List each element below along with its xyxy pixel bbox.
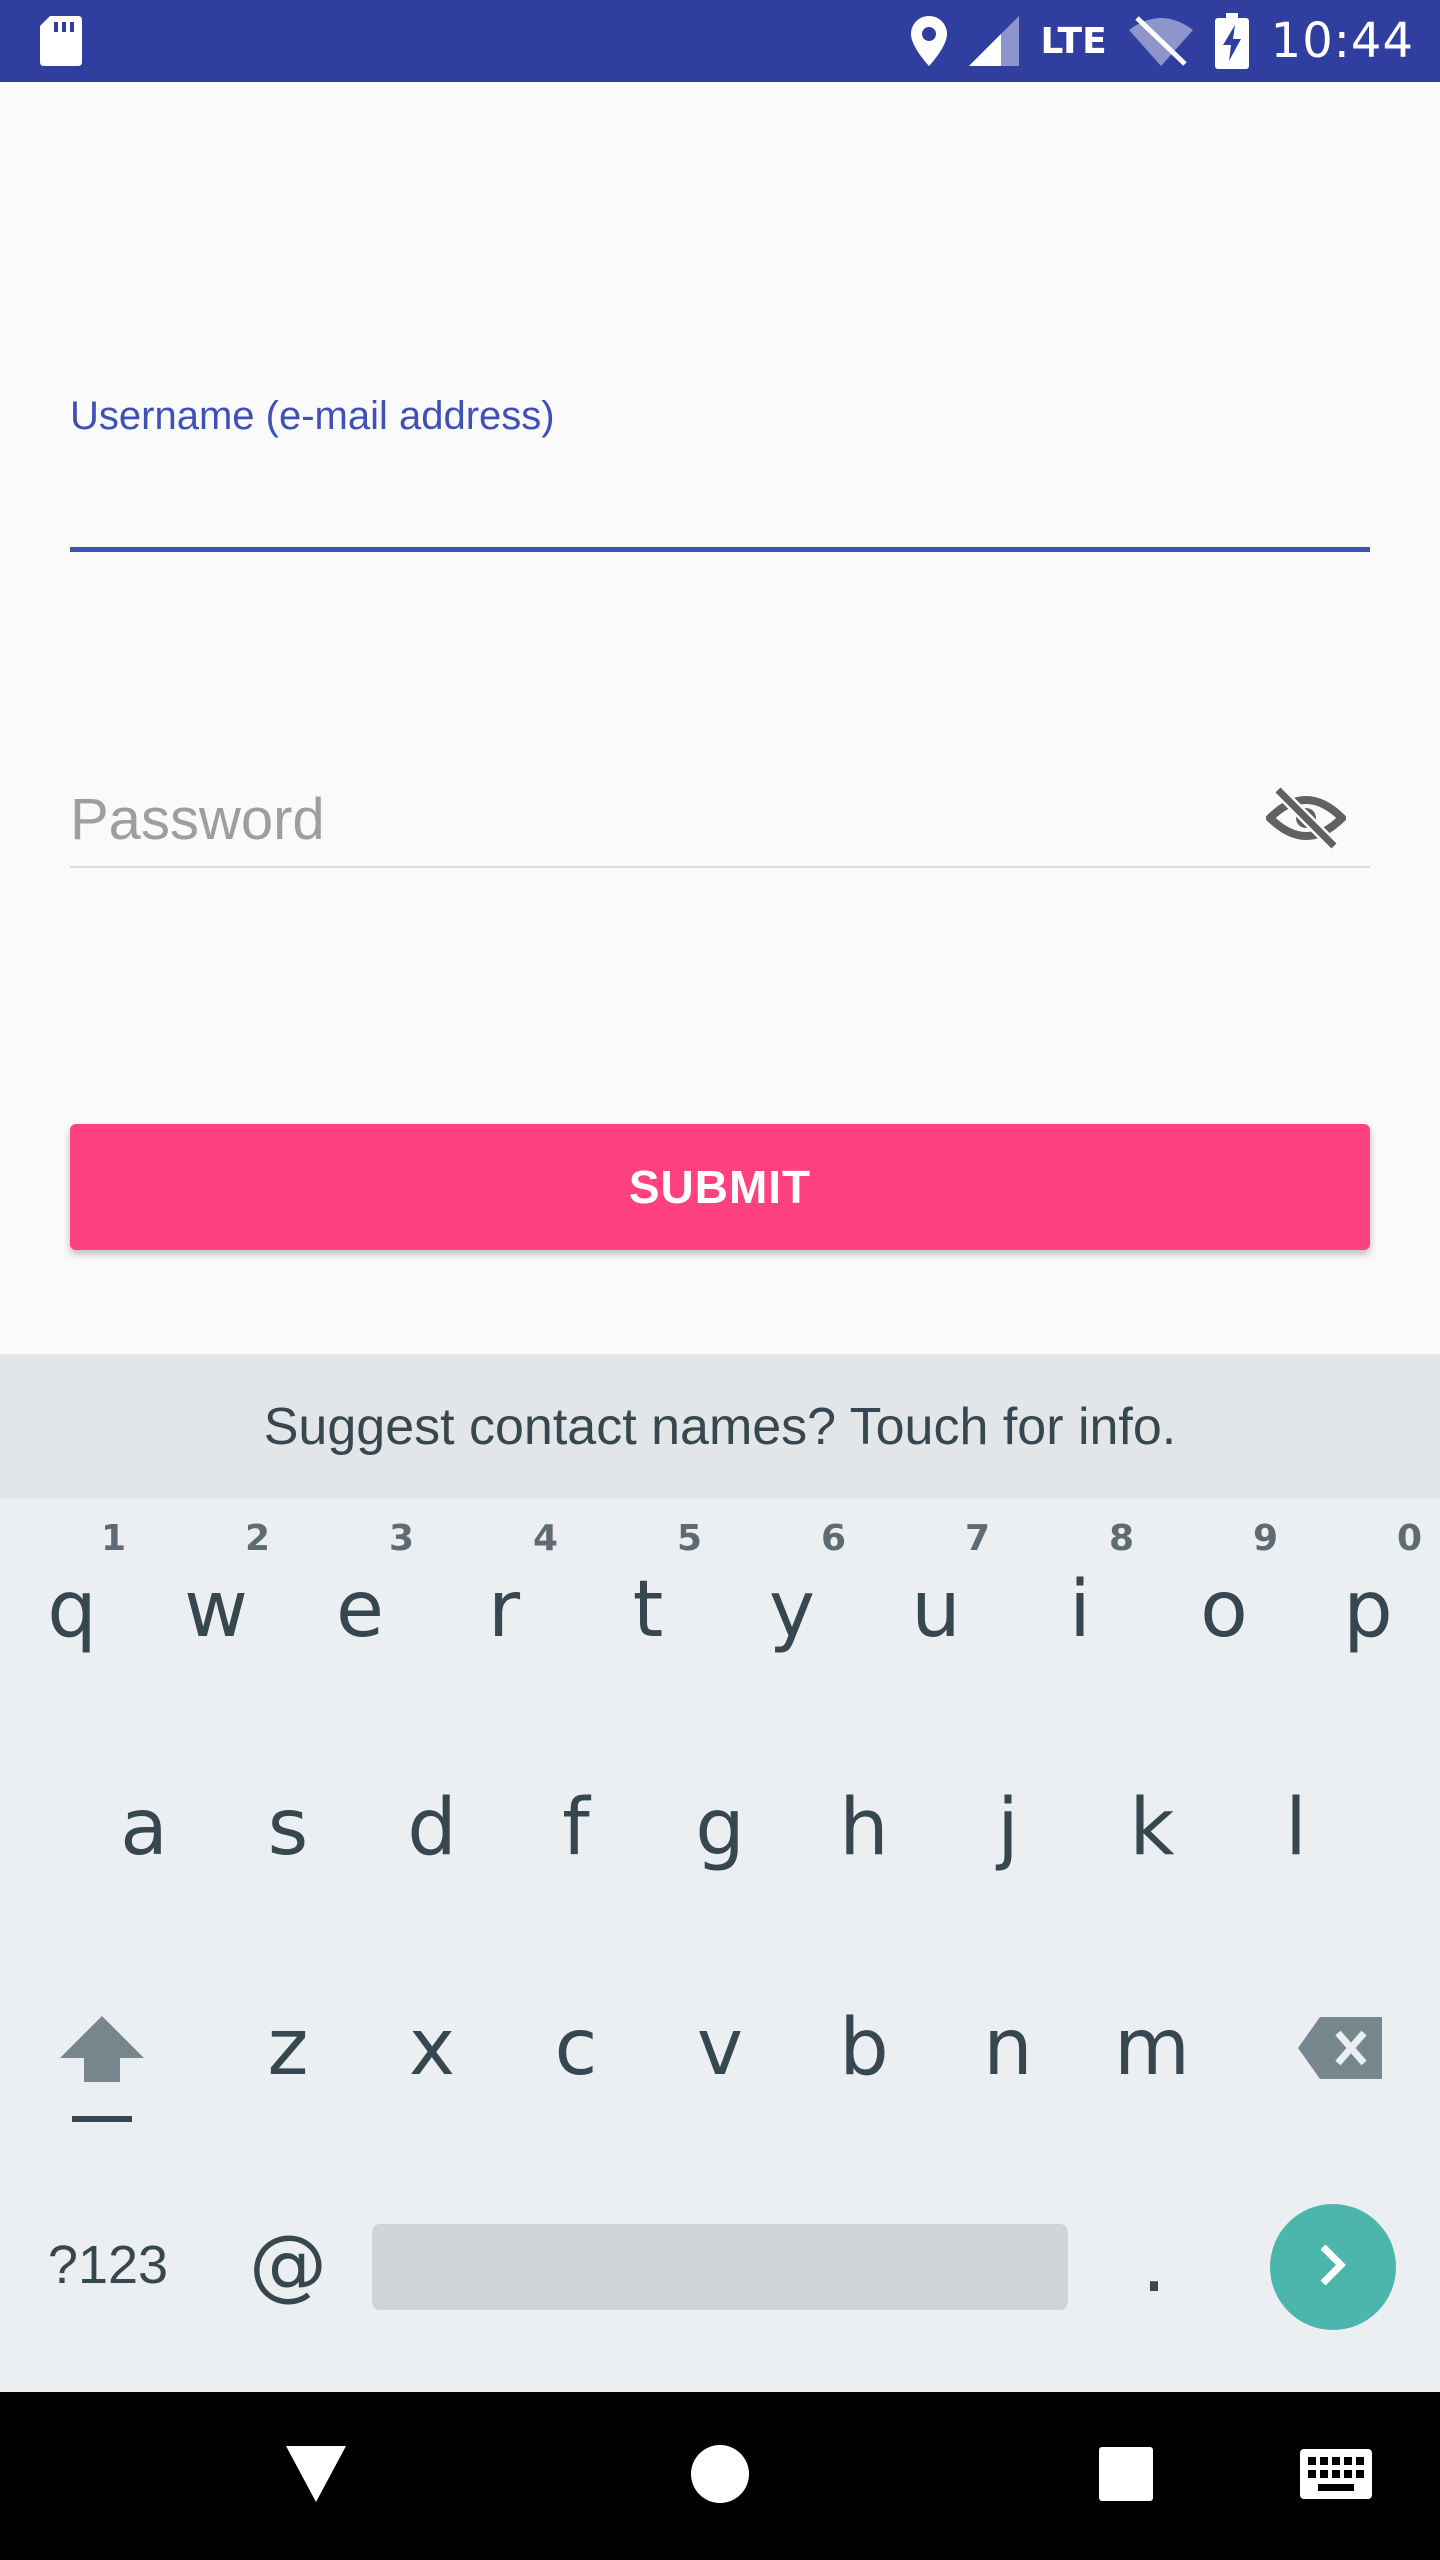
key-q-label: q [47,1565,97,1655]
key-k-label: k [1129,1783,1175,1873]
next-key[interactable] [1270,2204,1396,2330]
key-x[interactable]: x [360,1950,504,2146]
key-y-label: y [768,1565,816,1655]
key-s[interactable]: s [216,1730,360,1926]
key-q-number-hint: 1 [100,1518,126,1559]
username-input[interactable] [70,432,1370,552]
key-r-number-hint: 4 [532,1518,558,1559]
key-g[interactable]: g [648,1730,792,1926]
at-key[interactable]: @ [216,2200,360,2330]
key-i[interactable]: i8 [1008,1512,1152,1708]
period-key-label: . [1141,2220,1167,2310]
key-o-label: o [1200,1565,1248,1655]
key-m[interactable]: m [1080,1950,1224,2146]
key-p-number-hint: 0 [1396,1518,1422,1559]
recents-button[interactable] [1066,2426,1186,2526]
key-t[interactable]: t5 [576,1512,720,1708]
key-c-label: c [554,2003,598,2093]
key-y[interactable]: y6 [720,1512,864,1708]
keyboard-switch-button[interactable] [1276,2426,1396,2526]
key-b-label: b [839,2003,889,2093]
keyboard-switch-icon [1300,2448,1372,2504]
key-f-label: f [562,1783,590,1873]
back-icon [286,2445,346,2507]
key-z[interactable]: z [216,1950,360,2146]
status-bar: LTE 10:44 [0,0,1440,82]
key-m-label: m [1114,2003,1190,2093]
recents-icon [1099,2446,1153,2506]
key-h[interactable]: h [792,1730,936,1926]
network-type: LTE [1040,20,1107,62]
eye-off-icon [1264,785,1348,855]
backspace-icon [1298,2017,1382,2083]
key-k[interactable]: k [1080,1730,1224,1926]
key-t-label: t [632,1565,664,1655]
key-a[interactable]: a [72,1730,216,1926]
back-button[interactable] [256,2426,376,2526]
navigation-bar [0,2392,1440,2560]
key-p-label: p [1343,1565,1393,1655]
login-form: Username (e-mail address) SUBMIT [70,82,1370,1354]
key-n[interactable]: n [936,1950,1080,2146]
key-d[interactable]: d [360,1730,504,1926]
key-i-label: i [1069,1565,1091,1655]
backspace-key[interactable] [1260,1990,1420,2110]
home-icon [691,2444,749,2508]
battery-charging-icon [1214,13,1249,69]
shift-icon [60,2008,144,2132]
key-s-label: s [267,1783,309,1873]
space-key[interactable] [372,2224,1068,2310]
wifi-off-icon [1128,16,1193,66]
key-e-number-hint: 3 [388,1518,414,1559]
key-h-label: h [839,1783,889,1873]
home-button[interactable] [660,2426,780,2526]
symbols-key[interactable]: ?123 [20,2200,196,2330]
key-o[interactable]: o9 [1152,1512,1296,1708]
shift-key[interactable] [20,1990,184,2150]
key-r[interactable]: r4 [432,1512,576,1708]
key-t-number-hint: 5 [676,1518,702,1559]
key-v-label: v [696,2003,744,2093]
key-x-label: x [408,2003,456,2093]
key-e[interactable]: e3 [288,1512,432,1708]
key-o-number-hint: 9 [1252,1518,1278,1559]
period-key[interactable]: . [1092,2200,1216,2330]
signal-icon [968,16,1019,66]
key-w-label: w [184,1565,248,1655]
symbols-key-label: ?123 [47,2235,169,2295]
key-r-label: r [487,1565,521,1655]
password-input[interactable] [70,772,1370,868]
key-j-label: j [997,1783,1019,1873]
key-z-label: z [267,2003,309,2093]
key-f[interactable]: f [504,1730,648,1926]
key-e-label: e [336,1565,384,1655]
key-g-label: g [695,1783,745,1873]
key-n-label: n [983,2003,1033,2093]
password-visibility-toggle[interactable] [1258,772,1354,868]
key-p[interactable]: p0 [1296,1512,1440,1708]
at-key-label: @ [249,2220,327,2310]
key-w-number-hint: 2 [244,1518,270,1559]
key-l[interactable]: l [1224,1730,1368,1926]
location-icon [910,16,947,66]
submit-button[interactable]: SUBMIT [70,1124,1370,1250]
key-q[interactable]: q1 [0,1512,144,1708]
key-l-label: l [1285,1783,1307,1873]
chevron-right-icon [1313,2241,1353,2294]
key-u[interactable]: u7 [864,1512,1008,1708]
suggestion-strip[interactable]: Suggest contact names? Touch for info. [0,1354,1440,1498]
key-v[interactable]: v [648,1950,792,2146]
key-b[interactable]: b [792,1950,936,2146]
clock: 10:44 [1270,13,1414,69]
key-j[interactable]: j [936,1730,1080,1926]
key-c[interactable]: c [504,1950,648,2146]
key-d-label: d [407,1783,457,1873]
key-i-number-hint: 8 [1108,1518,1134,1559]
sd-card-icon [40,16,82,71]
key-u-number-hint: 7 [964,1518,990,1559]
key-y-number-hint: 6 [820,1518,846,1559]
key-w[interactable]: w2 [144,1512,288,1708]
key-u-label: u [911,1565,961,1655]
key-a-label: a [120,1783,168,1873]
